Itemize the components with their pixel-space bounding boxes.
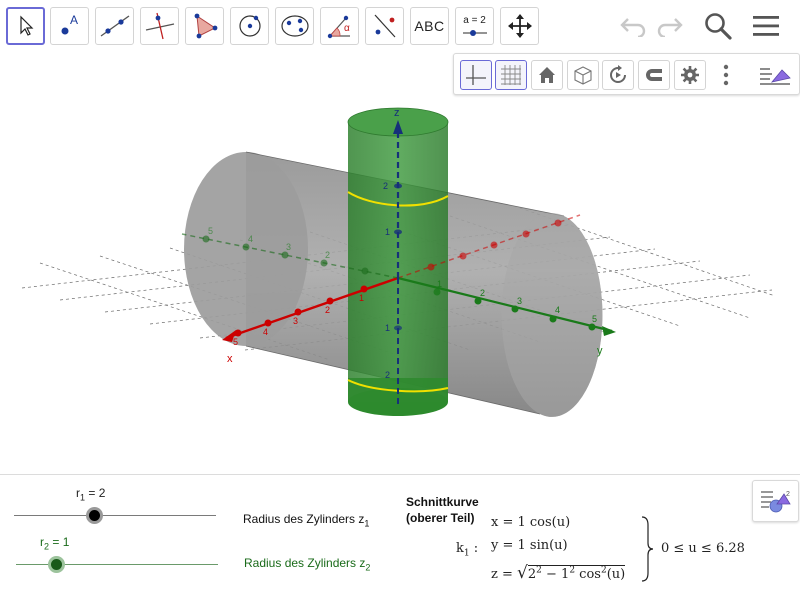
line-icon <box>100 15 129 37</box>
z-tick-neg2: 2 <box>385 370 390 380</box>
view-toggle-icon <box>760 68 791 85</box>
x-axis-label: x <box>227 353 233 365</box>
slider-tool[interactable]: a = 2 <box>455 7 494 45</box>
y-neg-tick-2: 2 <box>325 250 330 260</box>
y-axis-label: y <box>597 345 603 357</box>
more-options-button[interactable] <box>710 60 742 90</box>
ellipse-tool[interactable] <box>275 7 314 45</box>
x-tick-5: 5 <box>233 337 238 347</box>
slider-tool-label: a = 2 <box>463 15 486 26</box>
z-tick-2: 2 <box>383 181 388 191</box>
text-tool[interactable]: ABC <box>410 7 449 45</box>
point-tool[interactable]: A <box>50 7 89 45</box>
z-tick-1: 1 <box>385 227 390 237</box>
menu-icon[interactable] <box>750 10 782 42</box>
y-neg-tick-4: 4 <box>248 234 253 244</box>
slider-r1-track[interactable] <box>14 515 216 516</box>
slider-r2-label: r2 = 1 <box>40 535 70 552</box>
algebra-view-toggle[interactable]: 2 <box>752 480 799 522</box>
rotate-icon <box>610 65 626 83</box>
rotate-view-button[interactable] <box>602 60 634 90</box>
polygon-icon <box>194 13 217 39</box>
point-tool-label: A <box>70 13 79 27</box>
graphics-3d-view[interactable]: x y z 1 2 3 4 5 1 2 3 4 5 2 3 4 5 2 1 1 … <box>0 96 800 474</box>
curve-y-equation: y = 1 sin(u) <box>491 538 568 553</box>
grid-toggle-button[interactable] <box>495 60 527 90</box>
slider-r1-description: Radius des Zylinders z1 <box>243 512 370 529</box>
slider-r2-track[interactable] <box>16 564 218 565</box>
z-tick-neg1: 1 <box>385 323 390 333</box>
cursor-arrow-icon <box>19 15 33 36</box>
axes-toggle-button[interactable] <box>460 60 492 90</box>
move-arrows-icon <box>507 14 532 38</box>
curve-brace <box>641 516 654 582</box>
curve-z-equation: z = √22 − 12 cos2(u) <box>491 563 626 583</box>
view-cube-icon <box>574 66 592 85</box>
x-tick-2: 2 <box>325 305 330 315</box>
perpendicular-line-tool[interactable] <box>140 7 179 45</box>
z-axis-label: z <box>394 107 400 119</box>
y-tick-3: 3 <box>517 296 522 306</box>
text-tool-label: ABC <box>414 18 445 34</box>
curve-title: Schnittkurve (oberer Teil) <box>406 494 479 526</box>
perpendicular-line-icon <box>145 12 174 40</box>
reflect-icon <box>374 14 395 38</box>
curve-x-equation: x = 1 cos(u) <box>491 515 571 530</box>
more-icon <box>723 64 729 86</box>
axes-icon <box>466 65 486 85</box>
toolbar: A α ABC a = 2 <box>0 0 800 50</box>
geogebra-app: A α ABC a = 2 x y z 1 2 3 4 5 1 2 3 4 5 … <box>0 0 800 600</box>
home-icon <box>539 67 555 83</box>
undo-icon[interactable] <box>617 10 649 42</box>
view-toggle-button[interactable] <box>756 60 796 90</box>
curve-name: k1 : <box>456 541 479 559</box>
move-view-tool[interactable] <box>500 7 539 45</box>
curve-title-line-1: Schnittkurve <box>406 495 479 509</box>
magnet-button[interactable] <box>638 60 670 90</box>
y-tick-5: 5 <box>592 314 597 324</box>
settings-button[interactable] <box>674 60 706 90</box>
curve-parameter-range: 0 ≤ u ≤ 6.28 <box>661 541 745 556</box>
move-tool[interactable] <box>6 7 45 45</box>
y-neg-tick-3: 3 <box>286 242 291 252</box>
angle-tool-label: α <box>344 23 350 34</box>
curve-title-line-2: (oberer Teil) <box>406 511 475 525</box>
slider-r2-description: Radius des Zylinders z2 <box>244 556 371 573</box>
x-tick-4: 4 <box>263 327 268 337</box>
reflect-tool[interactable] <box>365 7 404 45</box>
ellipse-icon <box>280 15 309 37</box>
x-tick-1: 1 <box>359 293 364 303</box>
grid-icon <box>501 65 521 85</box>
home-button[interactable] <box>531 60 563 90</box>
redo-icon[interactable] <box>654 10 686 42</box>
slider-r1-label: r1 = 2 <box>76 486 106 503</box>
y-tick-4: 4 <box>555 305 560 315</box>
angle-icon <box>327 15 350 39</box>
angle-tool[interactable]: α <box>320 7 359 45</box>
y-tick-2: 2 <box>480 288 485 298</box>
x-tick-3: 3 <box>293 316 298 326</box>
graphics-style-bar <box>453 53 800 95</box>
y-tick-1: 1 <box>437 279 442 289</box>
circle-tool[interactable] <box>230 7 269 45</box>
polygon-tool[interactable] <box>185 7 224 45</box>
algebra-panel <box>0 474 800 600</box>
view-cube-button[interactable] <box>567 60 599 90</box>
circle-icon <box>238 15 261 37</box>
slider-r2-knob[interactable] <box>47 556 65 573</box>
y-neg-tick-5: 5 <box>208 226 213 236</box>
line-tool[interactable] <box>95 7 134 45</box>
magnet-icon <box>646 69 662 81</box>
algebra-view-icon: 2 <box>760 491 791 513</box>
search-icon[interactable] <box>702 10 734 42</box>
svg-text:2: 2 <box>786 491 790 498</box>
settings-icon <box>681 66 699 84</box>
